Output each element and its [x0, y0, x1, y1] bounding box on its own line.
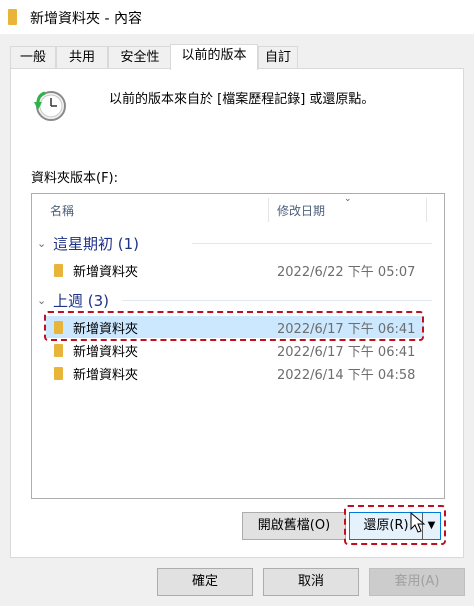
mouse-pointer-icon — [410, 512, 426, 533]
versions-list[interactable]: 名稱 修改日期 ⌄ ⌄ 這星期初 (1) 新增資料夾 2022/6/22 下午 … — [31, 193, 445, 499]
folder-icon — [54, 366, 63, 380]
restore-history-icon — [34, 91, 66, 121]
item-name: 新增資料夾 — [73, 367, 139, 383]
item-date: 2022/6/17 下午 06:41 — [277, 344, 416, 360]
item-name: 新增資料夾 — [73, 344, 139, 360]
sort-chevron-icon: ⌄ — [344, 194, 352, 204]
cancel-button[interactable]: 取消 — [263, 568, 359, 596]
tab-previous-versions[interactable]: 以前的版本 — [170, 44, 258, 70]
column-name-header[interactable]: 名稱 — [50, 202, 74, 219]
chevron-down-icon: ⌄ — [37, 236, 47, 250]
tab-strip: 一般 共用 安全性 以前的版本 自訂 — [10, 44, 464, 70]
open-button[interactable]: 開啟舊檔(O) — [242, 512, 346, 540]
ok-button[interactable]: 確定 — [157, 568, 253, 596]
list-item[interactable]: 新增資料夾 2022/6/17 下午 06:41 — [46, 339, 424, 361]
group-header-last-week[interactable]: ⌄ 上週 (3) — [37, 289, 109, 311]
selection-highlight-marker — [44, 311, 424, 341]
restore-highlight-marker — [344, 505, 446, 545]
column-divider — [426, 198, 427, 222]
group-divider — [192, 243, 432, 244]
column-date-header[interactable]: 修改日期 — [277, 202, 325, 219]
folder-icon — [54, 343, 63, 357]
tab-sharing[interactable]: 共用 — [56, 46, 108, 69]
list-item[interactable]: 新增資料夾 2022/6/14 下午 04:58 — [46, 362, 424, 384]
column-divider — [268, 198, 269, 222]
chevron-down-icon: ⌄ — [37, 293, 47, 307]
tab-customize[interactable]: 自訂 — [258, 46, 298, 69]
folder-icon — [8, 9, 17, 25]
title-bar: 新增資料夾 - 內容 — [0, 0, 474, 34]
group-divider — [122, 300, 432, 301]
window-title: 新增資料夾 - 內容 — [30, 11, 142, 27]
group-title: 這星期初 (1) — [53, 234, 140, 253]
column-header: 名稱 修改日期 ⌄ — [32, 194, 444, 226]
item-date: 2022/6/22 下午 05:07 — [277, 264, 416, 280]
folder-icon — [54, 263, 63, 277]
list-item[interactable]: 新增資料夾 2022/6/22 下午 05:07 — [46, 259, 424, 281]
folder-versions-label: 資料夾版本(F): — [31, 171, 119, 186]
item-name: 新增資料夾 — [73, 264, 139, 280]
info-text: 以前的版本來自於 [檔案歷程記錄] 或還原點。 — [109, 92, 375, 107]
group-header-this-week[interactable]: ⌄ 這星期初 (1) — [37, 232, 139, 254]
group-title: 上週 (3) — [53, 291, 110, 310]
properties-dialog: 新增資料夾 - 內容 一般 共用 安全性 以前的版本 自訂 以前的版本來自於 [… — [0, 0, 474, 606]
apply-button[interactable]: 套用(A) — [369, 568, 465, 596]
item-date: 2022/6/14 下午 04:58 — [277, 367, 416, 383]
tab-security[interactable]: 安全性 — [108, 46, 172, 69]
tab-general[interactable]: 一般 — [10, 46, 56, 69]
